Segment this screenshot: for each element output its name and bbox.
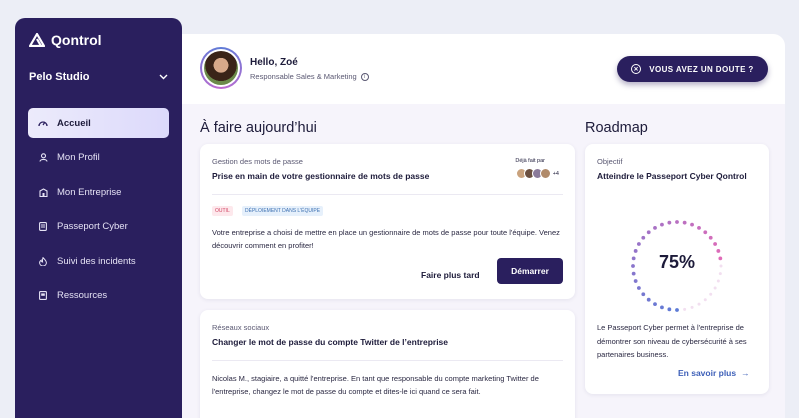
gauge-dot-empty — [690, 305, 694, 309]
avatar[interactable] — [200, 47, 242, 89]
user-role: Responsable Sales & Marketing i — [250, 72, 369, 81]
sidebar-item-label: Mon Profil — [57, 152, 100, 164]
sidebar-item-passeport-cyber[interactable]: Passeport Cyber — [28, 212, 169, 242]
gauge-dot-filled — [633, 279, 638, 283]
gauge-dot-filled — [682, 220, 687, 225]
gauge-dot-empty — [709, 292, 713, 296]
gauge-dot-filled — [636, 242, 641, 246]
more-count: +4 — [552, 170, 559, 177]
task-category: Gestion des mots de passe — [212, 157, 303, 166]
done-by-label: Déjà fait par — [515, 158, 545, 164]
start-button[interactable]: Démarrer — [497, 258, 563, 284]
sidebar-item-label: Accueil — [57, 117, 91, 129]
gauge-dot-filled — [636, 286, 641, 290]
gauge-dot-filled — [690, 222, 694, 227]
gauge-dot-empty — [716, 279, 720, 283]
tag-outil: OUTIL — [212, 206, 233, 216]
qontrol-logo-icon — [29, 33, 45, 47]
sidebar-item-mon-entreprise[interactable]: Mon Entreprise — [28, 177, 169, 207]
tag-deploiement: DÉPLOIEMENT DANS L'ÉQUIPE — [242, 206, 324, 216]
speedometer-icon — [38, 118, 48, 128]
gauge-dot-filled — [653, 225, 657, 230]
roadmap-card: Objectif Atteindre le Passeport Cyber Qo… — [585, 144, 769, 394]
fire-icon — [38, 256, 48, 266]
gauge-dot-empty — [683, 307, 687, 311]
building-icon — [38, 187, 48, 197]
learn-more-label: En savoir plus — [678, 368, 737, 378]
sidebar-nav: Accueil Mon Profil Mon Entreprise Passep… — [28, 108, 169, 316]
task-card: Réseaux sociaux Changer le mot de passe … — [200, 310, 575, 418]
avatar — [539, 168, 551, 179]
gauge-dot-filled — [660, 222, 664, 227]
done-by-avatars: +4 — [515, 168, 559, 179]
task-description: Nicolas M., stagiaire, a quitté l'entrep… — [212, 374, 539, 396]
gauge-dot-filled — [708, 235, 713, 240]
objective-title: Atteindre le Passeport Cyber Qontrol — [597, 171, 747, 181]
roadmap-description: Le Passeport Cyber permet à l'entreprise… — [597, 323, 747, 359]
task-card: Gestion des mots de passe Prise en main … — [200, 144, 575, 299]
later-button[interactable]: Faire plus tard — [421, 270, 480, 280]
arrow-right-icon: → — [741, 368, 750, 378]
gauge-dot-filled — [641, 292, 646, 297]
greeting: Hello, Zoé — [250, 57, 298, 68]
gauge-dot-filled — [667, 220, 672, 225]
gauge-dot-filled — [675, 220, 679, 224]
gauge-dot-filled — [703, 230, 708, 235]
gauge-dot-filled — [675, 308, 679, 312]
task-title: Prise en main de votre gestionnaire de m… — [212, 171, 430, 181]
doubt-button-label: VOUS AVEZ UN DOUTE ? — [649, 64, 754, 74]
task-category: Réseaux sociaux — [212, 323, 270, 332]
top-bar: Hello, Zoé Responsable Sales & Marketing… — [182, 34, 785, 104]
learn-more-link[interactable]: En savoir plus → — [678, 368, 750, 378]
roadmap-title: Roadmap — [585, 120, 648, 136]
divider — [212, 194, 563, 195]
profile-photo — [204, 51, 238, 85]
gauge-dot-filled — [641, 235, 646, 240]
book-icon — [38, 291, 48, 301]
progress-value: 75% — [658, 252, 696, 272]
gauge-dot-empty — [697, 302, 701, 306]
main-content: Hello, Zoé Responsable Sales & Marketing… — [182, 34, 785, 418]
gauge-dot-filled — [646, 297, 651, 302]
passport-icon — [38, 222, 48, 232]
doubt-button[interactable]: ✕ VOUS AVEZ UN DOUTE ? — [617, 56, 768, 82]
gauge-dot-empty — [713, 286, 717, 290]
help-icon: ✕ — [631, 64, 642, 74]
sidebar-item-suivi-des-incidents[interactable]: Suivi des incidents — [28, 246, 169, 276]
gauge-dot-empty — [703, 298, 707, 302]
task-title: Changer le mot de passe du compte Twitte… — [212, 337, 449, 347]
todo-title: À faire aujourd’hui — [200, 120, 317, 136]
user-icon — [38, 153, 48, 163]
gauge-dot-filled — [660, 305, 664, 310]
org-switcher[interactable]: Pelo Studio — [29, 71, 168, 83]
role-label: Responsable Sales & Marketing — [250, 72, 357, 81]
divider — [212, 360, 563, 361]
logo[interactable]: Qontrol — [29, 32, 102, 48]
sidebar-item-mon-profil[interactable]: Mon Profil — [28, 143, 169, 173]
info-icon[interactable]: i — [360, 72, 369, 81]
gauge-dot-filled — [653, 302, 657, 307]
brand-name: Qontrol — [51, 32, 102, 48]
sidebar-item-label: Suivi des incidents — [57, 255, 136, 267]
gauge-dot-filled — [646, 230, 651, 235]
sidebar-item-label: Mon Entreprise — [57, 186, 122, 198]
sidebar-item-label: Ressources — [57, 290, 108, 302]
gauge-dot-filled — [713, 242, 718, 246]
task-description: Votre entreprise a choisi de mettre en p… — [212, 228, 560, 250]
sidebar-item-accueil[interactable]: Accueil — [28, 108, 169, 138]
org-name: Pelo Studio — [29, 71, 90, 83]
gauge-dot-filled — [697, 225, 701, 230]
gauge-dot-filled — [667, 307, 672, 312]
progress-gauge: 75% — [625, 214, 729, 318]
chevron-down-icon — [159, 72, 168, 83]
sidebar-item-ressources[interactable]: Ressources — [28, 281, 169, 311]
objective-label: Objectif — [597, 157, 623, 166]
sidebar-item-label: Passeport Cyber — [57, 221, 128, 233]
sidebar: Qontrol Pelo Studio Accueil Mon Profil M… — [15, 18, 182, 418]
